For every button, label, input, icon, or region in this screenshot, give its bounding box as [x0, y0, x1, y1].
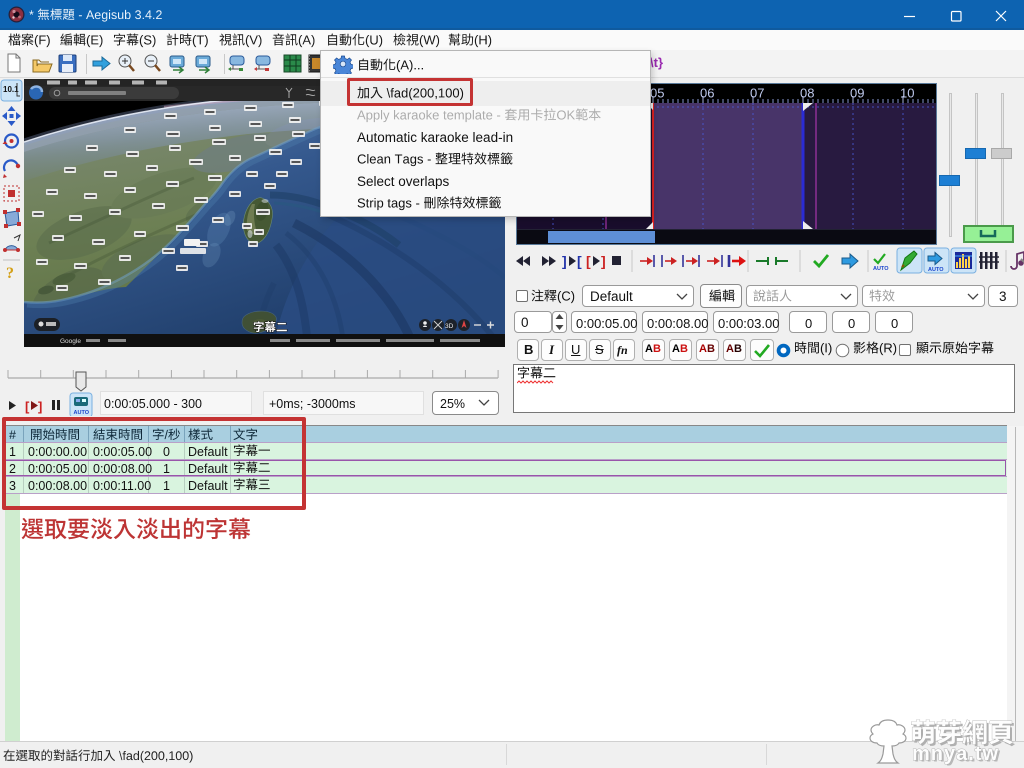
svg-text:]: ] [601, 253, 606, 269]
svg-text:[: [ [25, 399, 30, 414]
svg-text:09: 09 [850, 86, 864, 101]
svg-text:]: ] [562, 253, 567, 269]
svg-text:AUTO: AUTO [873, 266, 889, 272]
svg-text:06: 06 [700, 86, 714, 101]
svg-text:Google: Google [60, 338, 81, 345]
svg-text:08: 08 [800, 86, 814, 101]
svg-text:3D: 3D [445, 323, 454, 330]
svg-text:[: [ [586, 253, 591, 269]
svg-text:]: ] [38, 399, 42, 414]
svg-text:07: 07 [750, 86, 764, 101]
svg-text:mnya.tw: mnya.tw [912, 743, 999, 765]
svg-text:AUTO: AUTO [928, 267, 944, 273]
svg-text:[: [ [577, 253, 582, 269]
svg-text:?: ? [6, 265, 14, 282]
svg-text:05: 05 [650, 86, 664, 101]
svg-text:AUTO: AUTO [74, 410, 90, 416]
svg-text:10: 10 [900, 86, 914, 101]
